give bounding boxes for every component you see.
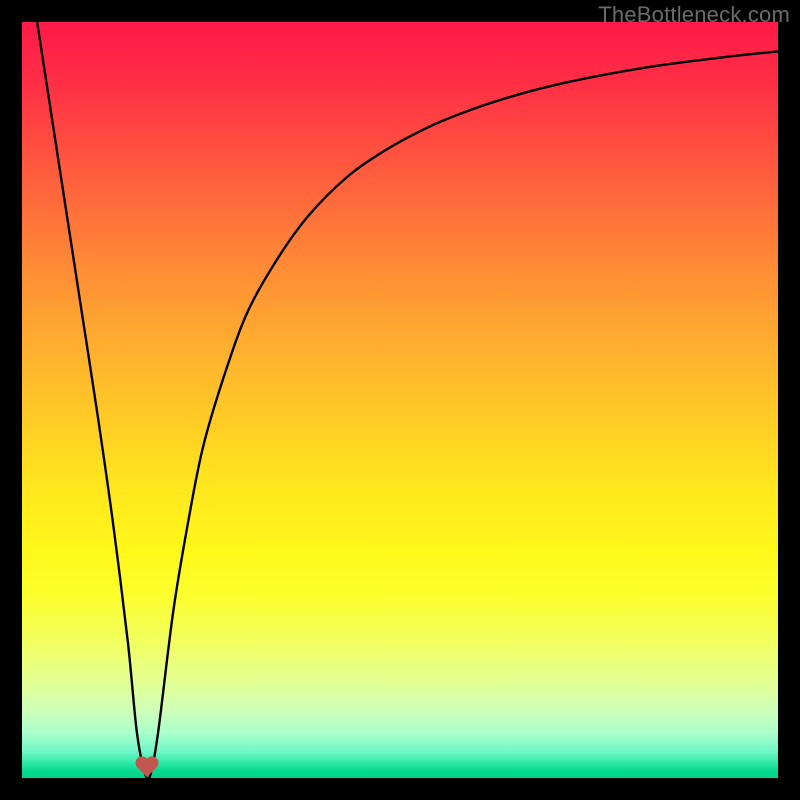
optimum-marker-heart — [134, 757, 160, 781]
bottleneck-curve — [22, 22, 778, 778]
watermark-text: TheBottleneck.com — [598, 2, 790, 28]
plot-area — [22, 22, 778, 778]
